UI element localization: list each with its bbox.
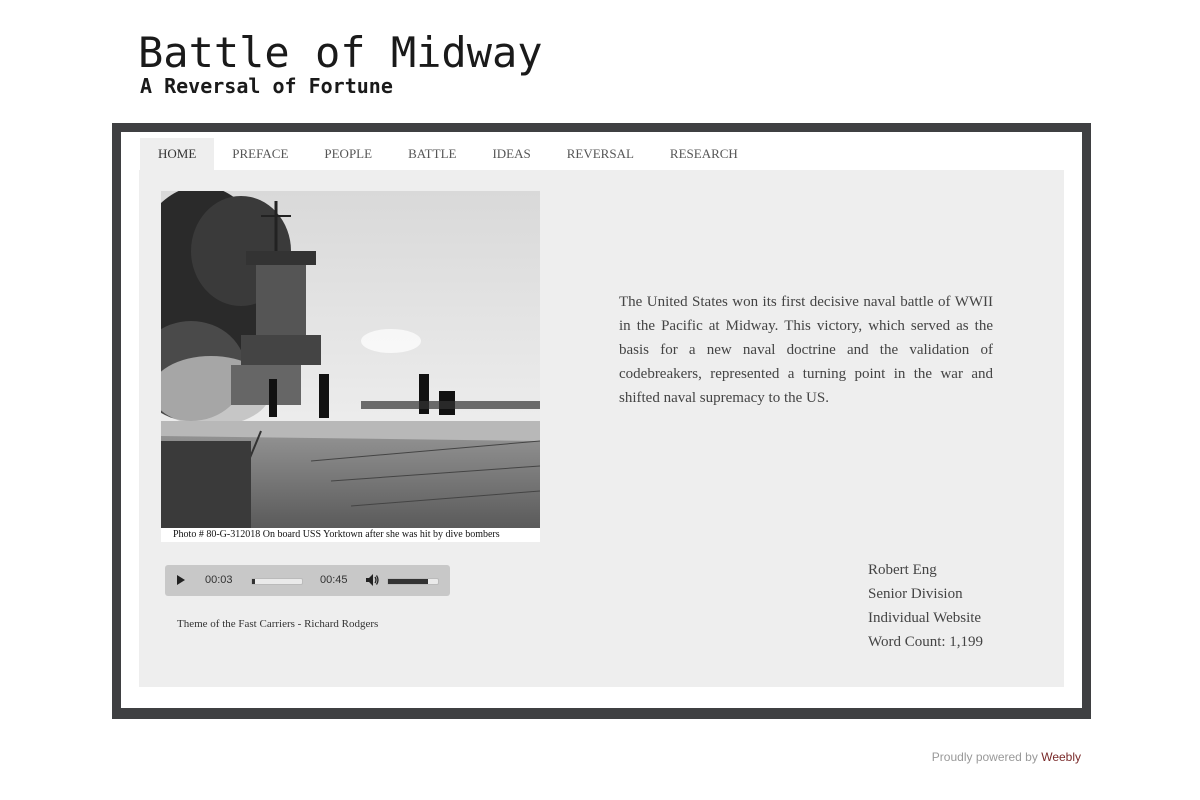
weebly-link[interactable]: Weebly bbox=[1041, 750, 1081, 764]
carrier-photo: Photo # 80-G-312018 On board USS Yorktow… bbox=[161, 191, 540, 542]
nav-item-ideas[interactable]: IDEAS bbox=[474, 138, 548, 170]
main-nav: HOME PREFACE PEOPLE BATTLE IDEAS REVERSA… bbox=[140, 138, 756, 170]
footer-text: Proudly powered by bbox=[931, 750, 1042, 764]
play-icon[interactable] bbox=[177, 575, 185, 585]
intro-paragraph: The United States won its first decisive… bbox=[619, 294, 993, 406]
site-title[interactable]: Battle of Midway bbox=[138, 30, 543, 76]
nav-item-preface[interactable]: PREFACE bbox=[214, 138, 306, 170]
author-division: Senior Division bbox=[868, 586, 963, 602]
author-credits: Robert Eng Senior Division Individual We… bbox=[868, 558, 983, 654]
progress-fill bbox=[252, 579, 256, 584]
nav-item-research[interactable]: RESEARCH bbox=[652, 138, 756, 170]
volume-slider[interactable] bbox=[387, 578, 439, 585]
site-subtitle: A Reversal of Fortune bbox=[140, 74, 393, 98]
carrier-photo-image bbox=[161, 191, 540, 528]
duration: 00:45 bbox=[320, 574, 348, 586]
nav-item-people[interactable]: PEOPLE bbox=[306, 138, 390, 170]
nav-item-battle[interactable]: BATTLE bbox=[390, 138, 474, 170]
volume-fill bbox=[388, 579, 428, 584]
author-name: Robert Eng bbox=[868, 562, 937, 578]
track-title: Theme of the Fast Carriers - Richard Rod… bbox=[177, 618, 379, 630]
audio-player: 00:03 00:45 bbox=[165, 565, 450, 596]
word-count: Word Count: 1,199 bbox=[868, 634, 984, 650]
progress-bar[interactable] bbox=[251, 578, 303, 585]
nav-item-home[interactable]: HOME bbox=[140, 138, 215, 170]
author-category: Individual Website bbox=[868, 610, 982, 626]
photo-caption: Photo # 80-G-312018 On board USS Yorktow… bbox=[161, 528, 540, 542]
current-time: 00:03 bbox=[205, 574, 233, 586]
footer: Proudly powered by Weebly bbox=[932, 750, 1081, 764]
nav-item-reversal[interactable]: REVERSAL bbox=[549, 138, 652, 170]
speaker-icon[interactable] bbox=[365, 573, 379, 587]
